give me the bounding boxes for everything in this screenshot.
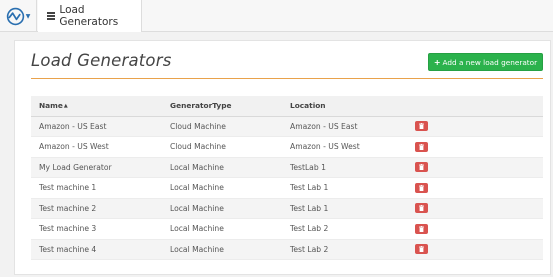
delete-button[interactable] [415,244,428,255]
cell-actions [415,198,543,219]
cell-actions [415,136,543,158]
cell-name: Test machine 3 [31,218,170,240]
cell-name: Amazon - US East [31,116,170,137]
cell-location: Test Lab 2 [290,218,415,240]
list-icon [47,12,56,20]
cell-location: Test Lab 2 [290,239,415,260]
trash-icon [419,164,424,171]
column-header-actions [415,96,543,117]
main-panel: Load Generators + Add a new load generat… [14,40,551,275]
cell-actions [415,177,543,199]
cell-type: Local Machine [170,157,290,178]
cell-name: Test machine 1 [31,177,170,199]
top-bar: ▼ Load Generators [0,0,553,32]
plus-icon: + [433,57,441,67]
delete-button[interactable] [415,203,428,214]
cell-type: Local Machine [170,218,290,240]
column-header-name[interactable]: Name▲ [31,96,170,117]
cell-location: Amazon - US West [290,136,415,158]
column-header-label: GeneratorType [170,101,232,111]
table-row[interactable]: Test machine 1 Local Machine Test Lab 1 [31,177,543,199]
delete-button[interactable] [415,141,428,152]
cell-location: TestLab 1 [290,157,415,178]
column-header-label: Name [39,101,63,111]
tab-load-generators[interactable]: Load Generators [38,0,142,32]
cell-name: Test machine 2 [31,198,170,219]
cell-actions [415,239,543,260]
delete-button[interactable] [415,121,428,132]
cell-actions [415,218,543,240]
cell-type: Local Machine [170,239,290,260]
table-row[interactable]: Test machine 2 Local Machine Test Lab 1 [31,198,543,219]
sort-ascending-icon: ▲ [63,103,68,110]
page-title: Load Generators [31,51,172,70]
column-header-type[interactable]: GeneratorType [170,96,290,117]
add-button-label: Add a new load generator [442,57,538,67]
delete-button[interactable] [415,162,428,173]
cell-type: Local Machine [170,198,290,219]
trash-icon [419,123,424,130]
cell-location: Test Lab 1 [290,198,415,219]
table-row[interactable]: Test machine 4 Local Machine Test Lab 2 [31,239,543,260]
cell-location: Amazon - US East [290,116,415,137]
cell-type: Cloud Machine [170,136,290,158]
delete-button[interactable] [415,223,428,234]
cell-name: Test machine 4 [31,239,170,260]
trash-icon [419,225,424,232]
add-load-generator-button[interactable]: + Add a new load generator [428,53,543,71]
tab-label: Load Generators [59,4,119,28]
delete-button[interactable] [415,182,428,193]
app-menu-button[interactable]: ▼ [0,0,37,32]
table-row[interactable]: Test machine 3 Local Machine Test Lab 2 [31,218,543,240]
load-generators-table: Name▲ GeneratorType Location Amazon - US… [31,96,543,260]
table-row[interactable]: Amazon - US West Cloud Machine Amazon - … [31,136,543,158]
cell-type: Cloud Machine [170,116,290,137]
chevron-down-icon: ▼ [25,12,31,20]
cell-name: My Load Generator [31,157,170,178]
cell-name: Amazon - US West [31,136,170,158]
trash-icon [419,143,424,150]
cell-location: Test Lab 1 [290,177,415,199]
table-row[interactable]: Amazon - US East Cloud Machine Amazon - … [31,116,543,137]
cell-type: Local Machine [170,177,290,199]
title-divider [31,78,543,79]
cell-actions [415,116,543,137]
trash-icon [419,246,424,253]
cell-actions [415,157,543,178]
table-header-row: Name▲ GeneratorType Location [31,96,543,117]
column-header-location[interactable]: Location [290,96,415,117]
trash-icon [419,184,424,191]
app-logo-icon [6,7,25,26]
table-row[interactable]: My Load Generator Local Machine TestLab … [31,157,543,178]
trash-icon [419,205,424,212]
column-header-label: Location [290,101,326,111]
